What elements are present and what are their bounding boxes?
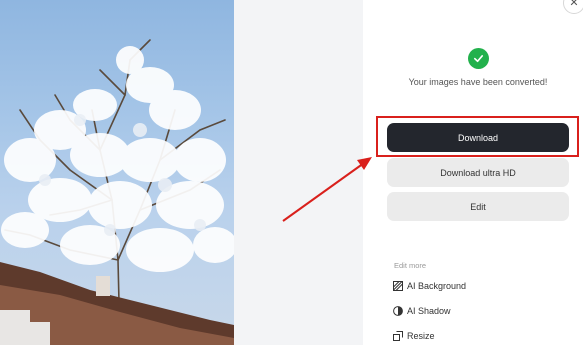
ai-shadow-icon bbox=[393, 306, 403, 316]
edit-more-heading: Edit more bbox=[394, 261, 427, 270]
close-icon: ✕ bbox=[569, 0, 579, 9]
canvas-background bbox=[234, 0, 363, 345]
menu-item-label: AI Shadow bbox=[407, 306, 451, 316]
menu-item-ai-background[interactable]: AI Background bbox=[393, 279, 466, 293]
ai-background-icon bbox=[393, 281, 403, 291]
annotation-highlight-box bbox=[376, 116, 579, 157]
download-ultra-hd-button[interactable]: Download ultra HD bbox=[387, 158, 569, 187]
edit-button[interactable]: Edit bbox=[387, 192, 569, 221]
menu-item-ai-shadow[interactable]: AI Shadow bbox=[393, 304, 451, 318]
resize-icon bbox=[393, 331, 403, 341]
menu-item-label: Resize bbox=[407, 331, 435, 341]
menu-item-resize[interactable]: Resize bbox=[393, 329, 435, 343]
menu-item-label: AI Background bbox=[407, 281, 467, 291]
image-preview bbox=[0, 0, 234, 345]
success-message: Your images have been converted! bbox=[408, 77, 548, 87]
check-circle-icon bbox=[468, 48, 489, 69]
blossom-tree-illustration bbox=[0, 39, 234, 345]
